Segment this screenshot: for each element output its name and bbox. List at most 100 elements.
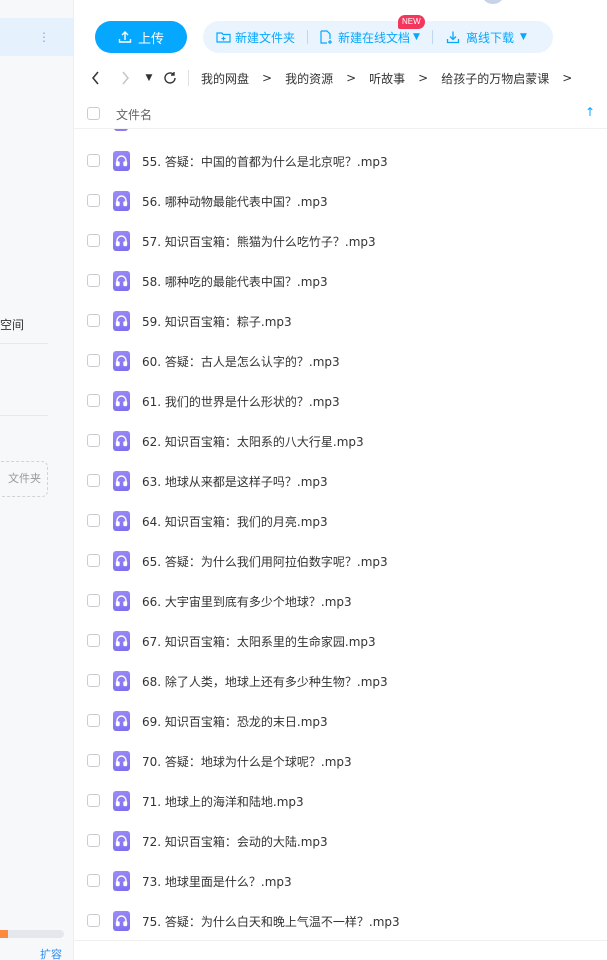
headphones-icon xyxy=(113,711,130,731)
file-checkbox[interactable] xyxy=(87,714,100,727)
expand-storage-link[interactable]: 扩容 xyxy=(40,946,62,960)
offline-download-label: 离线下载 xyxy=(465,30,514,45)
file-row[interactable]: 64. 知识百宝箱：我们的月亮.mp3 xyxy=(74,501,607,541)
arrow-up-icon[interactable]: ↑ xyxy=(585,105,595,119)
file-row[interactable]: 75. 答疑：为什么白天和晚上气温不一样？.mp3 xyxy=(74,901,607,940)
toolbar-separator xyxy=(431,30,433,44)
refresh-button[interactable] xyxy=(162,60,178,96)
file-row[interactable]: 61. 我们的世界是什么形状的？.mp3 xyxy=(74,381,607,421)
file-checkbox[interactable] xyxy=(87,674,100,687)
file-checkbox[interactable] xyxy=(87,154,100,167)
file-row[interactable]: 57. 知识百宝箱：熊猫为什么吃竹子？.mp3 xyxy=(74,221,607,261)
file-row[interactable]: 73. 地球里面是什么？.mp3 xyxy=(74,861,607,901)
upload-icon xyxy=(118,31,132,43)
more-icon[interactable]: ⋮ xyxy=(38,28,50,46)
file-checkbox[interactable] xyxy=(87,274,100,287)
file-row[interactable]: 63. 地球从来都是这样子吗？.mp3 xyxy=(74,461,607,501)
new-folder-label: 新建文件夹 xyxy=(235,30,296,45)
file-checkbox[interactable] xyxy=(87,354,100,367)
file-row[interactable]: 58. 哪种吃的最能代表中国？.mp3 xyxy=(74,261,607,301)
headphones-icon xyxy=(113,671,130,691)
headphones-icon xyxy=(113,191,130,211)
file-row[interactable]: 62. 知识百宝箱：太阳系的八大行星.mp3 xyxy=(74,421,607,461)
file-checkbox[interactable] xyxy=(87,314,100,327)
file-row[interactable]: 69. 知识百宝箱：恐龙的末日.mp3 xyxy=(74,701,607,741)
file-checkbox[interactable] xyxy=(87,634,100,647)
breadcrumb-item[interactable]: 我的资源 xyxy=(285,70,333,87)
headphones-icon xyxy=(113,391,130,411)
history-dropdown-button[interactable]: ▼ xyxy=(143,60,155,96)
headphones-icon xyxy=(113,231,130,251)
breadcrumb-separator: > xyxy=(346,71,357,85)
upload-label: 上传 xyxy=(137,31,164,47)
file-row[interactable]: 59. 知识百宝箱：粽子.mp3 xyxy=(74,301,607,341)
headphones-icon xyxy=(113,871,130,891)
breadcrumb-item[interactable]: 给孩子的万物启蒙课 xyxy=(441,70,549,87)
file-row[interactable]: 72. 知识百宝箱：会动的大陆.mp3 xyxy=(74,821,607,861)
file-row[interactable]: 60. 答疑：古人是怎么认字的？.mp3 xyxy=(74,341,607,381)
headphones-icon xyxy=(113,911,130,931)
sidebar-folder-button[interactable]: 文件夹 xyxy=(0,461,48,497)
back-button[interactable] xyxy=(88,60,104,96)
list-header: 文件名 ↑ xyxy=(74,98,607,129)
sidebar-item-selected[interactable] xyxy=(0,18,73,56)
file-checkbox[interactable] xyxy=(87,514,100,527)
file-checkbox[interactable] xyxy=(87,394,100,407)
select-all-checkbox[interactable] xyxy=(87,107,100,120)
breadcrumb-item[interactable]: 听故事 xyxy=(369,70,405,87)
refresh-icon xyxy=(164,72,176,84)
action-toolbar: 新建文件夹 新建在线文档 ▼ 离线下载 ▼ xyxy=(203,21,553,53)
file-checkbox[interactable] xyxy=(87,234,100,247)
file-checkbox[interactable] xyxy=(87,914,100,927)
file-row[interactable]: 65. 答疑：为什么我们用阿拉伯数字呢？.mp3 xyxy=(74,541,607,581)
nav-divider xyxy=(188,70,189,86)
chevron-down-icon: ▼ xyxy=(413,32,420,42)
breadcrumb-separator: > xyxy=(418,71,429,85)
file-name: 56. 哪种动物最能代表中国？.mp3 xyxy=(142,195,328,209)
sidebar-item-space[interactable]: 空间 xyxy=(0,316,24,333)
file-checkbox[interactable] xyxy=(87,554,100,567)
avatar[interactable] xyxy=(481,0,505,4)
file-name: 64. 知识百宝箱：我们的月亮.mp3 xyxy=(142,515,328,529)
file-name: 67. 知识百宝箱：太阳系里的生命家园.mp3 xyxy=(142,635,376,649)
chevron-right-icon xyxy=(122,71,129,85)
offline-download-button[interactable]: 离线下载 ▼ xyxy=(446,21,527,53)
file-checkbox[interactable] xyxy=(87,834,100,847)
sidebar: ⋮ 空间 文件夹 扩容 xyxy=(0,0,74,960)
chevron-left-icon xyxy=(92,71,99,85)
file-checkbox[interactable] xyxy=(87,194,100,207)
file-row[interactable]: 66. 大宇宙里到底有多少个地球？.mp3 xyxy=(74,581,607,621)
file-row[interactable]: 68. 除了人类，地球上还有多少种生物？.mp3 xyxy=(74,661,607,701)
file-checkbox[interactable] xyxy=(87,474,100,487)
file-checkbox[interactable] xyxy=(87,754,100,767)
file-name: 70. 答疑：地球为什么是个球呢？.mp3 xyxy=(142,755,352,769)
file-row[interactable]: 71. 地球上的海洋和陆地.mp3 xyxy=(74,781,607,821)
forward-button[interactable] xyxy=(117,60,133,96)
upload-button[interactable]: 上传 xyxy=(95,21,187,53)
file-checkbox[interactable] xyxy=(87,794,100,807)
file-checkbox[interactable] xyxy=(87,434,100,447)
file-row[interactable]: 67. 知识百宝箱：太阳系里的生命家园.mp3 xyxy=(74,621,607,661)
storage-progress-bar xyxy=(0,930,64,938)
headphones-icon xyxy=(113,791,130,811)
file-row[interactable]: 55. 答疑：中国的首都为什么是北京呢？.mp3 xyxy=(74,141,607,181)
headphones-icon xyxy=(113,471,130,491)
file-row[interactable]: 70. 答疑：地球为什么是个球呢？.mp3 xyxy=(74,741,607,781)
headphones-icon xyxy=(113,511,130,531)
file-checkbox[interactable] xyxy=(87,874,100,887)
navigation-bar: ▼ 我的网盘 > 我的资源 > 听故事 > 给孩子的万物启蒙课 > xyxy=(74,60,607,96)
headphones-icon xyxy=(113,831,130,851)
headphones-icon xyxy=(113,751,130,771)
file-checkbox[interactable] xyxy=(87,594,100,607)
headphones-icon xyxy=(113,431,130,451)
headphones-icon xyxy=(113,591,130,611)
file-name: 57. 知识百宝箱：熊猫为什么吃竹子？.mp3 xyxy=(142,235,376,249)
file-list: 55. 答疑：中国的首都为什么是北京呢？.mp3 56. 哪种动物最能代表中国？… xyxy=(74,129,607,940)
file-name: 68. 除了人类，地球上还有多少种生物？.mp3 xyxy=(142,675,388,689)
breadcrumb-item[interactable]: 我的网盘 xyxy=(201,70,249,87)
headphones-icon xyxy=(114,129,128,131)
new-folder-button[interactable]: 新建文件夹 xyxy=(216,21,295,53)
file-row[interactable]: 56. 哪种动物最能代表中国？.mp3 xyxy=(74,181,607,221)
column-header-filename[interactable]: 文件名 xyxy=(116,106,152,123)
file-name: 73. 地球里面是什么？.mp3 xyxy=(142,875,292,889)
